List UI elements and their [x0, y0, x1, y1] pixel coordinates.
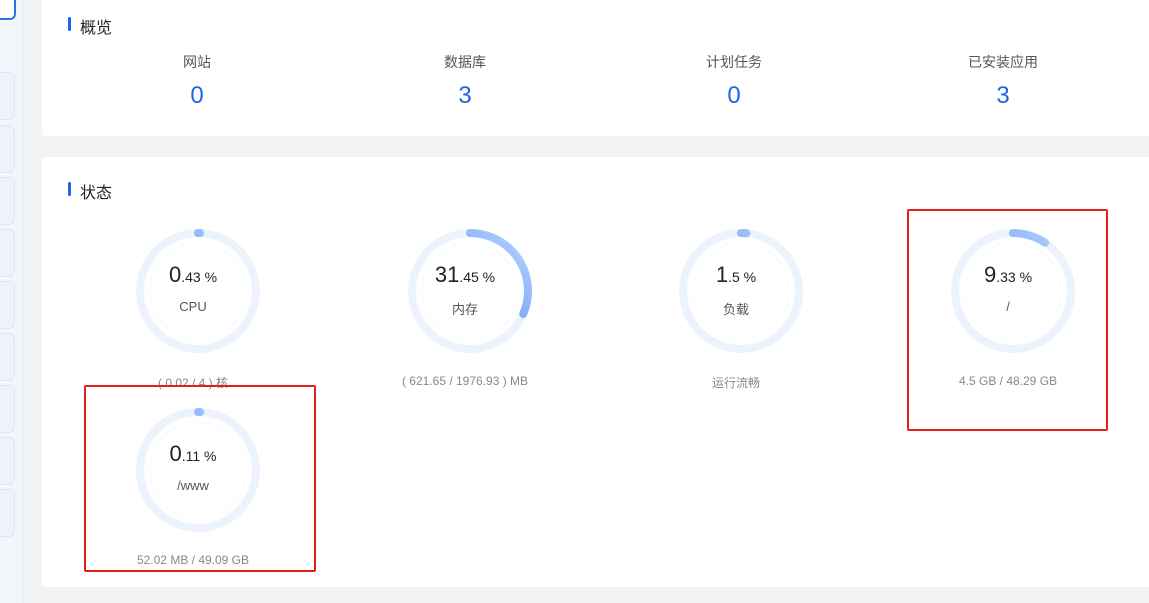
overview-installed-apps[interactable]: 已安装应用 3: [903, 52, 1103, 110]
gauge-load: 1.5 % 负载 运行流畅: [671, 226, 811, 390]
gauge-detail: ( 621.65 / 1976.93 ) MB: [401, 374, 529, 388]
sidebar-tab[interactable]: [0, 385, 15, 433]
sidebar-tab[interactable]: [0, 333, 15, 381]
gauge-detail: 运行流畅: [711, 376, 760, 390]
overview-label: 数据库: [444, 54, 486, 70]
sidebar-tab[interactable]: [0, 72, 15, 120]
overview-value[interactable]: 0: [634, 82, 834, 110]
sidebar-tab[interactable]: [0, 437, 15, 485]
overview-card: 概览 网站 0 数据库 3 计划任务 0 已安装应用 3: [42, 0, 1149, 136]
overview-value[interactable]: 3: [903, 82, 1103, 110]
sidebar-tab[interactable]: [0, 229, 15, 277]
overview-label: 计划任务: [706, 54, 762, 70]
gauge-ring: [408, 229, 532, 353]
left-sidebar: [0, 0, 23, 603]
gauge-track: [136, 229, 260, 353]
overview-title: 概览: [68, 14, 112, 38]
highlight-box-www-disk: [84, 385, 316, 572]
gauge-value: 1.5 %: [715, 262, 757, 287]
overview-databases[interactable]: 数据库 3: [365, 52, 565, 110]
gauge-inner-ring: [149, 242, 247, 340]
gauge-label: 内存: [451, 302, 478, 317]
overview-websites[interactable]: 网站 0: [97, 52, 297, 110]
gauge-label: CPU: [179, 299, 207, 314]
gauge-label: 负载: [722, 302, 749, 317]
gauge-value: 31.45 %: [434, 262, 496, 287]
sidebar-tab[interactable]: [0, 125, 15, 173]
gauge-value: 0.43 %: [168, 262, 218, 287]
gauge-inner-ring: [421, 242, 519, 340]
gauge-inner-ring: [692, 242, 790, 340]
sidebar-tab-active[interactable]: [0, 0, 16, 20]
gauge-memory: 31.45 % 内存 ( 621.65 / 1976.93 ) MB: [400, 226, 540, 388]
status-title: 状态: [68, 179, 112, 203]
sidebar-tab[interactable]: [0, 177, 15, 225]
overview-cron-jobs[interactable]: 计划任务 0: [634, 52, 834, 110]
gauge-cpu: 0.43 % CPU ( 0.02 / 4 ) 核: [128, 226, 268, 390]
gauge-ring: [679, 229, 803, 353]
overview-value[interactable]: 3: [365, 82, 565, 110]
sidebar-tab[interactable]: [0, 489, 15, 537]
overview-label: 网站: [183, 54, 211, 70]
highlight-box-root-disk: [907, 209, 1108, 431]
gauge-track: [679, 229, 803, 353]
gauge-ring: [136, 229, 260, 353]
sidebar-tab[interactable]: [0, 281, 15, 329]
overview-label: 已安装应用: [968, 54, 1038, 70]
overview-value[interactable]: 0: [97, 82, 297, 110]
